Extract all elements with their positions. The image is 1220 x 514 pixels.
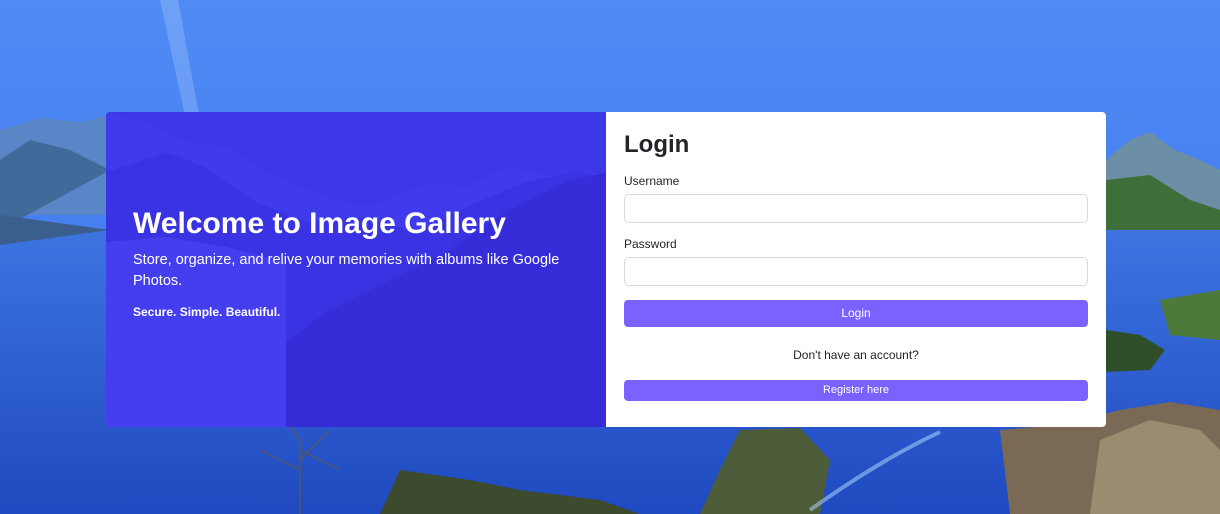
login-title: Login	[624, 131, 690, 158]
welcome-subtitle: Store, organize, and relive your memorie…	[133, 252, 560, 289]
login-button[interactable]: Login	[624, 300, 1088, 327]
auth-card: Welcome to Image Gallery Store, organize…	[106, 112, 1106, 427]
login-panel: Login Username Password Login Don't have…	[606, 112, 1106, 427]
welcome-tagline: Secure. Simple. Beautiful.	[133, 305, 281, 319]
register-button[interactable]: Register here	[624, 380, 1088, 401]
password-label: Password	[624, 237, 677, 251]
register-prompt: Don't have an account?	[793, 348, 919, 362]
welcome-panel: Welcome to Image Gallery Store, organize…	[106, 112, 606, 427]
password-input[interactable]	[624, 257, 1088, 286]
username-label: Username	[624, 174, 680, 188]
welcome-title: Welcome to Image Gallery	[133, 207, 506, 240]
username-input[interactable]	[624, 194, 1088, 223]
